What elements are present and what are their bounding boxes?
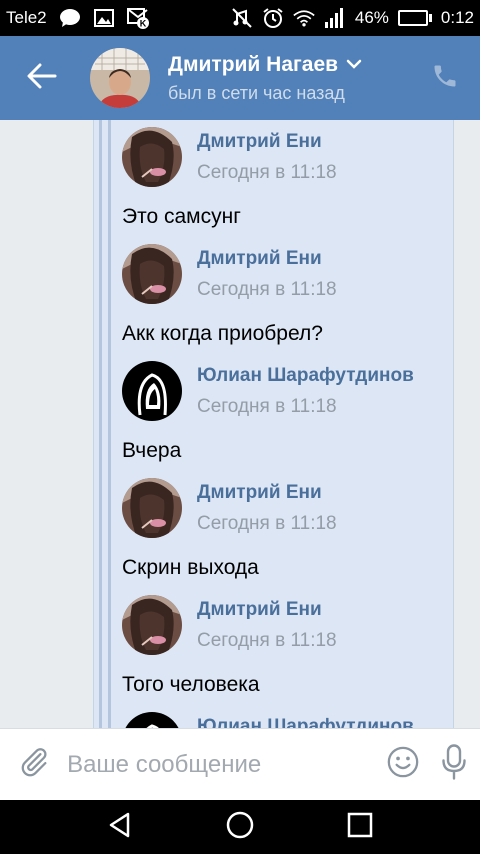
back-arrow-icon xyxy=(27,63,57,94)
signal-icon xyxy=(324,7,346,29)
chat-header: Дмитрий Нагаев был в сети час назад xyxy=(0,36,480,120)
phone-icon xyxy=(431,62,459,95)
message-text: Скрин выхода xyxy=(122,556,259,579)
alarm-icon xyxy=(262,7,284,29)
back-button[interactable] xyxy=(0,36,84,120)
author-name[interactable]: Дмитрий Ени xyxy=(197,131,322,153)
chevron-down-icon[interactable] xyxy=(346,56,362,74)
battery-icon xyxy=(397,10,432,26)
author-name[interactable]: Юлиан Шарафутдинов xyxy=(197,716,414,728)
message-timestamp: Сегодня в 11:18 xyxy=(197,513,337,534)
attach-button[interactable] xyxy=(0,729,67,801)
message-text: Того человека xyxy=(122,673,260,696)
message-timestamp: Сегодня в 11:18 xyxy=(197,279,337,300)
nav-home-button[interactable] xyxy=(205,800,275,854)
forwarded-message[interactable]: Юлиан Шарафутдинов xyxy=(122,712,452,728)
mute-icon xyxy=(231,7,253,29)
nav-back-button[interactable] xyxy=(85,800,155,854)
clock: 0:12 xyxy=(440,8,474,27)
author-name[interactable]: Дмитрий Ени xyxy=(197,248,322,270)
battery-percent: 46% xyxy=(354,8,389,27)
microphone-icon xyxy=(439,744,469,785)
author-name[interactable]: Дмитрий Ени xyxy=(197,482,322,504)
author-avatar[interactable] xyxy=(122,478,182,538)
message-timestamp: Сегодня в 11:18 xyxy=(197,630,337,651)
forwarded-message-list: Дмитрий Ени Сегодня в 11:18 Это самсунг Дми… xyxy=(122,127,452,728)
author-avatar[interactable] xyxy=(122,595,182,655)
voice-message-button[interactable] xyxy=(429,729,480,801)
contact-avatar[interactable] xyxy=(90,48,150,108)
forwarded-message[interactable]: Дмитрий Ени Сегодня в 11:18 Акк когда прио… xyxy=(122,244,452,361)
contact-status: был в сети час назад xyxy=(168,82,345,103)
svg-text:K: K xyxy=(139,19,146,29)
emoji-button[interactable] xyxy=(377,729,428,801)
message-text: Это самсунг xyxy=(122,205,241,228)
forwarded-message[interactable]: Юлиан Шарафутдинов Сегодня в 11:18 Вчера xyxy=(122,361,452,478)
author-name[interactable]: Юлиан Шарафутдинов xyxy=(197,365,414,387)
contact-name[interactable]: Дмитрий Нагаев xyxy=(168,53,338,77)
forward-indent-line xyxy=(108,120,111,728)
system-nav-bar xyxy=(0,800,480,854)
paperclip-icon xyxy=(17,745,51,784)
forwarded-message[interactable]: Дмитрий Ени Сегодня в 11:18 Это самсунг xyxy=(122,127,452,244)
forwarded-message[interactable]: Дмитрий Ени Сегодня в 11:18 Скрин выхода xyxy=(122,478,452,595)
forwarded-message[interactable]: Дмитрий Ени Сегодня в 11:18 Того человека xyxy=(122,595,452,712)
emoji-icon xyxy=(386,745,420,784)
home-circle-icon xyxy=(225,810,255,845)
status-bar: Tele2 K 46% 0:12 xyxy=(0,0,480,36)
conversation-area[interactable]: Дмитрий Ени Сегодня в 11:18 Это самсунг Дми… xyxy=(0,120,480,728)
message-timestamp: Сегодня в 11:18 xyxy=(197,162,337,183)
message-timestamp: Сегодня в 11:18 xyxy=(197,396,337,417)
author-name[interactable]: Дмитрий Ени xyxy=(197,599,322,621)
author-avatar[interactable] xyxy=(122,127,182,187)
author-avatar[interactable] xyxy=(122,361,182,421)
call-button[interactable] xyxy=(410,36,480,120)
message-input[interactable] xyxy=(67,750,378,779)
nav-recents-button[interactable] xyxy=(325,800,395,854)
message-input-bar xyxy=(0,728,480,800)
message-text: Акк когда приобрел? xyxy=(122,322,323,345)
carrier-label: Tele2 xyxy=(6,8,47,27)
author-avatar[interactable] xyxy=(122,244,182,304)
back-triangle-icon xyxy=(106,811,134,844)
author-avatar[interactable] xyxy=(122,712,182,728)
message-text: Вчера xyxy=(122,439,182,462)
chat-bubble-icon xyxy=(59,7,81,29)
recents-square-icon xyxy=(347,812,373,843)
image-icon xyxy=(93,7,115,29)
wifi-icon xyxy=(293,7,315,29)
forward-indent-line xyxy=(99,120,102,728)
vk-notification-icon: K xyxy=(126,7,149,29)
